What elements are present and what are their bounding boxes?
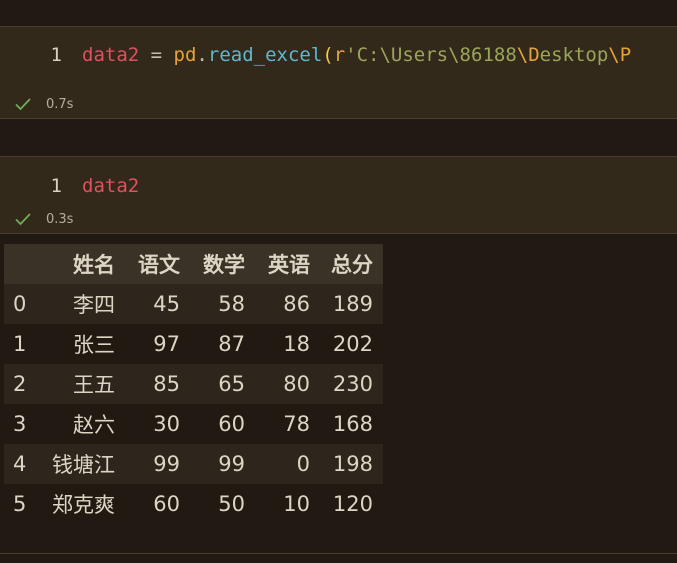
table-cell: 99 [218,452,245,476]
table-cell: 45 [153,292,180,316]
table-cell: 87 [218,332,245,356]
code-token: \D [516,44,540,66]
table-cell: 李四 [73,293,115,317]
dataframe-table: 姓名 语文 数学 英语 总分 0 李四 45 58 86 189 1 张三 97… [4,244,383,524]
table-cell: 65 [218,372,245,396]
table-row: 1 张三 97 87 18 202 [4,324,383,364]
table-cell: 58 [218,292,245,316]
table-cell: 168 [332,412,373,436]
table-cell: 97 [153,332,180,356]
index-header [4,244,42,284]
column-header: 数学 [203,253,245,277]
table-row: 3 赵六 30 60 78 168 [4,404,383,444]
code-token: ( [322,44,334,66]
table-cell: 189 [332,292,373,316]
column-header: 语文 [138,253,180,277]
line-number: 1 [50,175,62,197]
check-icon [15,213,31,226]
line-number: 1 [50,44,62,66]
notebook-page: 1 data2 = pd.read_excel(r'C:\Users\86188… [0,0,677,563]
table-cell: 30 [153,412,180,436]
table-cell: 120 [332,492,373,516]
code-token: 'C:\Users\86188 [345,44,517,66]
row-index: 3 [13,412,27,436]
code-token: esktop [539,44,609,66]
code-token: r [333,44,346,66]
table-cell: 202 [332,332,373,356]
table-cell: 0 [296,452,310,476]
table-cell: 郑克爽 [52,493,115,517]
table-cell: 78 [283,412,310,436]
column-header: 英语 [268,253,310,277]
execution-duration: 0.3s [46,211,74,227]
code-token: = [139,44,174,66]
row-index: 2 [13,372,27,396]
execution-status: 0.7s [14,96,73,112]
table-cell: 86 [283,292,310,316]
table-cell: 85 [153,372,180,396]
row-index: 4 [13,452,27,476]
code-token: read_excel [207,44,323,66]
table-cell: 198 [332,452,373,476]
code-text[interactable]: data2 = pd.read_excel(r'C:\Users\86188\D… [82,43,631,67]
table-cell: 18 [283,332,310,356]
table-header-row: 姓名 语文 数学 英语 总分 [4,244,383,284]
check-icon [15,98,31,111]
code-cell-2[interactable]: 1 data2 0.3s [0,156,677,234]
row-index: 0 [13,292,27,316]
code-line[interactable]: 1 data2 [0,174,677,198]
table-cell: 80 [283,372,310,396]
row-index: 5 [13,492,27,516]
table-row: 5 郑克爽 60 50 10 120 [4,484,383,524]
code-token: . [196,44,208,66]
table-row: 0 李四 45 58 86 189 [4,284,383,324]
code-text[interactable]: data2 [82,174,139,198]
table-row: 2 王五 85 65 80 230 [4,364,383,404]
table-cell: 60 [218,412,245,436]
code-token: data2 [82,175,140,197]
execution-duration: 0.7s [46,96,74,112]
cell-output: 姓名 语文 数学 英语 总分 0 李四 45 58 86 189 1 张三 97… [4,244,383,524]
code-token: \P [608,44,632,66]
table-cell: 50 [218,492,245,516]
table-cell: 张三 [73,333,115,357]
table-cell: 99 [153,452,180,476]
code-cell-1[interactable]: 1 data2 = pd.read_excel(r'C:\Users\86188… [0,26,677,119]
table-cell: 钱塘江 [52,453,115,477]
table-cell: 赵六 [73,413,115,437]
code-token: pd [173,44,197,66]
table-cell: 60 [153,492,180,516]
table-cell: 10 [283,492,310,516]
cell-divider [0,553,677,554]
column-header: 总分 [331,253,373,277]
code-token: data2 [82,44,140,66]
table-row: 4 钱塘江 99 99 0 198 [4,444,383,484]
table-cell: 230 [332,372,373,396]
code-line[interactable]: 1 data2 = pd.read_excel(r'C:\Users\86188… [0,43,677,67]
column-header: 姓名 [73,253,115,277]
execution-status: 0.3s [14,211,73,227]
row-index: 1 [13,332,27,356]
table-cell: 王五 [73,373,115,397]
